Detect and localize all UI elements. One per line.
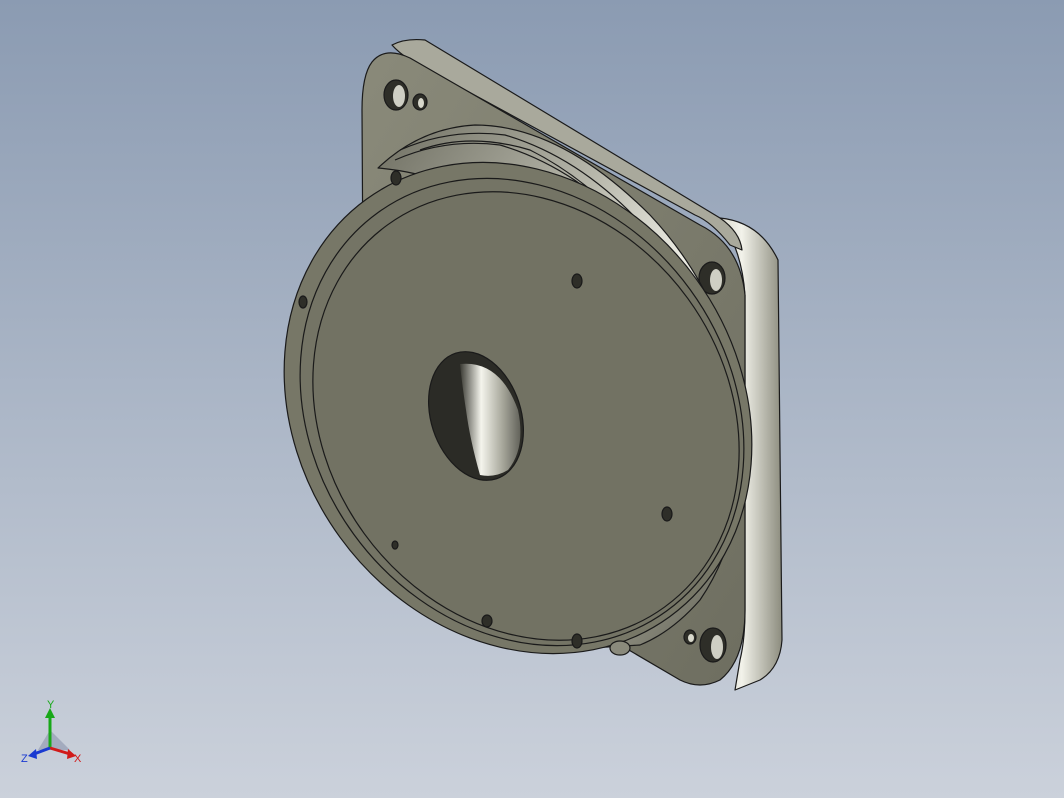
model-canvas[interactable]: [0, 0, 1064, 798]
bottom-nub: [609, 640, 631, 656]
triad-z-arrow: [28, 749, 37, 759]
graphics-viewport[interactable]: Y X Z: [0, 0, 1064, 798]
orientation-triad[interactable]: Y X Z: [18, 700, 88, 770]
triad-y-label: Y: [47, 700, 55, 711]
triad-base: [38, 730, 70, 750]
triad-x-label: X: [74, 753, 82, 765]
triad-z-label: Z: [21, 753, 28, 765]
